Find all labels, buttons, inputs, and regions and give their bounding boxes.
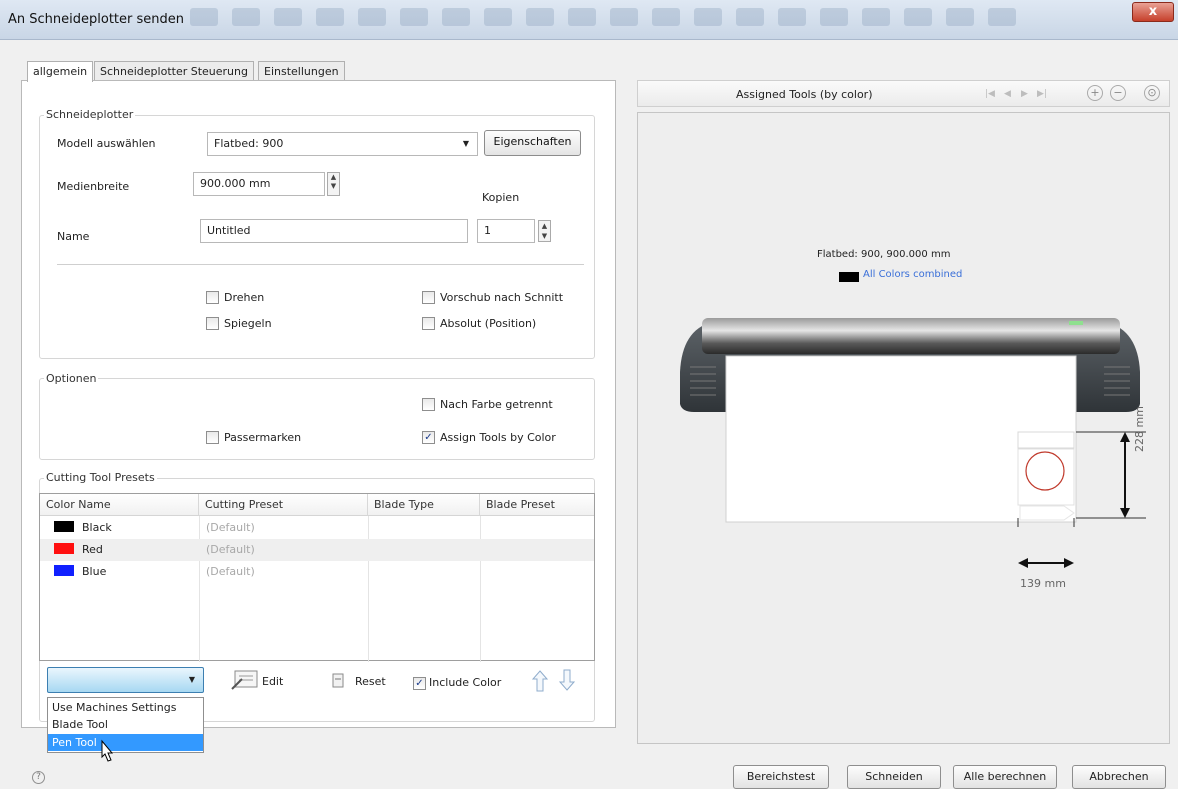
color-name-text: Red: [82, 543, 103, 556]
reset-icon[interactable]: [330, 670, 346, 690]
assign-tools-label: Assign Tools by Color: [440, 431, 556, 444]
assign-tools-checkbox[interactable]: ✓: [422, 431, 435, 444]
color-name-cell: Blue: [48, 561, 198, 583]
plotter-separator: [57, 264, 584, 265]
table-row[interactable]: Black (Default): [40, 517, 594, 539]
color-name-text: Black: [82, 521, 112, 534]
close-button[interactable]: x: [1132, 2, 1174, 22]
plotter-group-label: Schneideplotter: [44, 108, 136, 121]
cutting-preset-cell[interactable]: (Default): [200, 539, 368, 561]
tool-presets-table: Color Name Cutting Preset Blade Type Bla…: [39, 493, 595, 662]
legend-label[interactable]: All Colors combined: [863, 269, 962, 280]
width-dimension-arrow: [1018, 558, 1074, 568]
last-page-icon[interactable]: ▶|: [1037, 89, 1047, 99]
media-width-input[interactable]: 900.000 mm: [193, 172, 325, 196]
presets-group-label: Cutting Tool Presets: [44, 471, 157, 484]
column-header-blade-type[interactable]: Blade Type: [368, 494, 480, 516]
plotter-illustration: [680, 318, 1146, 527]
next-page-icon[interactable]: ▶: [1021, 89, 1028, 99]
tool-preset-dropdown[interactable]: ▼: [47, 667, 204, 693]
preview-header-title: Assigned Tools (by color): [736, 88, 873, 101]
reset-label[interactable]: Reset: [355, 675, 386, 688]
zoom-in-icon[interactable]: +: [1087, 85, 1103, 101]
tab-schneideplotter-steuerung[interactable]: Schneideplotter Steuerung: [94, 61, 254, 81]
height-dimension-label: 228 mm: [1133, 406, 1146, 452]
tab-allgemein[interactable]: allgemein: [27, 61, 94, 82]
calculate-all-button[interactable]: Alle berechnen: [953, 765, 1057, 789]
mirror-label: Spiegeln: [224, 317, 272, 330]
model-select-value: Flatbed: 900: [214, 137, 284, 150]
preview-header: Assigned Tools (by color) |◀ ◀ ▶ ▶| + − …: [637, 80, 1170, 107]
absolute-position-label: Absolut (Position): [440, 317, 537, 330]
cancel-button[interactable]: Abbrechen: [1072, 765, 1166, 789]
copies-input[interactable]: 1: [477, 219, 535, 243]
first-page-icon[interactable]: |◀: [985, 89, 995, 99]
tool-preset-options: Use Machines Settings Blade Tool Pen Too…: [47, 697, 204, 753]
cutting-preset-cell[interactable]: (Default): [200, 517, 368, 539]
help-icon[interactable]: ?: [32, 771, 45, 784]
include-color-checkbox[interactable]: ✓: [413, 677, 426, 690]
name-input[interactable]: Untitled: [200, 219, 468, 243]
column-header-cutting-preset[interactable]: Cutting Preset: [199, 494, 368, 516]
color-swatch: [54, 543, 74, 554]
chevron-down-icon: ▼: [462, 139, 469, 148]
window-title: An Schneideplotter senden: [8, 12, 184, 27]
name-label: Name: [57, 230, 90, 243]
rotate-checkbox[interactable]: [206, 291, 219, 304]
legend-swatch: [839, 272, 859, 282]
feed-after-cut-checkbox[interactable]: [422, 291, 435, 304]
feed-after-cut-label: Vorschub nach Schnitt: [440, 291, 564, 304]
chevron-down-icon: ▼: [188, 675, 195, 684]
copies-stepper[interactable]: ▲ ▼: [538, 220, 551, 242]
option-blade-tool[interactable]: Blade Tool: [48, 716, 203, 733]
color-name-cell: Black: [48, 517, 198, 539]
model-select[interactable]: Flatbed: 900 ▼: [207, 132, 478, 156]
include-color-label: Include Color: [429, 676, 502, 689]
move-up-icon[interactable]: [531, 669, 549, 693]
previous-page-icon[interactable]: ◀: [1004, 89, 1011, 99]
width-dimension-label: 139 mm: [1020, 577, 1066, 590]
options-group-label: Optionen: [44, 372, 99, 385]
option-pen-tool[interactable]: Pen Tool: [48, 734, 203, 751]
separate-by-color-checkbox[interactable]: [422, 398, 435, 411]
model-label: Modell auswählen: [57, 137, 156, 150]
copies-label: Kopien: [482, 191, 520, 204]
color-name-cell: Red: [48, 539, 198, 561]
edit-icon[interactable]: [230, 669, 260, 691]
column-header-color-name[interactable]: Color Name: [40, 494, 199, 516]
absolute-position-checkbox[interactable]: [422, 317, 435, 330]
option-use-machines-settings[interactable]: Use Machines Settings: [48, 699, 203, 716]
zoom-fit-icon[interactable]: ⊙: [1144, 85, 1160, 101]
table-row[interactable]: Red (Default): [40, 539, 594, 561]
plotter-caption: Flatbed: 900, 900.000 mm: [817, 249, 951, 260]
edit-label[interactable]: Edit: [262, 675, 283, 688]
title-bar-ghost-toolbar: [190, 8, 1090, 34]
rotate-label: Drehen: [224, 291, 265, 304]
cutting-preset-cell[interactable]: (Default): [200, 561, 368, 583]
mirror-checkbox[interactable]: [206, 317, 219, 330]
zoom-out-icon[interactable]: −: [1110, 85, 1126, 101]
tab-einstellungen[interactable]: Einstellungen: [258, 61, 345, 81]
separate-by-color-label: Nach Farbe getrennt: [440, 398, 553, 411]
color-swatch: [54, 565, 74, 576]
column-header-blade-preset[interactable]: Blade Preset: [480, 494, 594, 516]
media-width-stepper[interactable]: ▲ ▼: [327, 172, 340, 196]
color-swatch: [54, 521, 74, 532]
mouse-cursor-icon: [101, 739, 114, 762]
table-row[interactable]: Blue (Default): [40, 561, 594, 583]
options-group: [39, 378, 595, 460]
registration-marks-label: Passermarken: [224, 431, 302, 444]
move-down-icon[interactable]: [558, 668, 576, 692]
media-width-label: Medienbreite: [57, 180, 130, 193]
cut-button[interactable]: Schneiden: [847, 765, 941, 789]
area-test-button[interactable]: Bereichstest: [733, 765, 829, 789]
properties-button[interactable]: Eigenschaften: [484, 130, 581, 156]
color-name-text: Blue: [82, 565, 107, 578]
registration-marks-checkbox[interactable]: [206, 431, 219, 444]
title-bar: An Schneideplotter senden x: [0, 0, 1178, 40]
